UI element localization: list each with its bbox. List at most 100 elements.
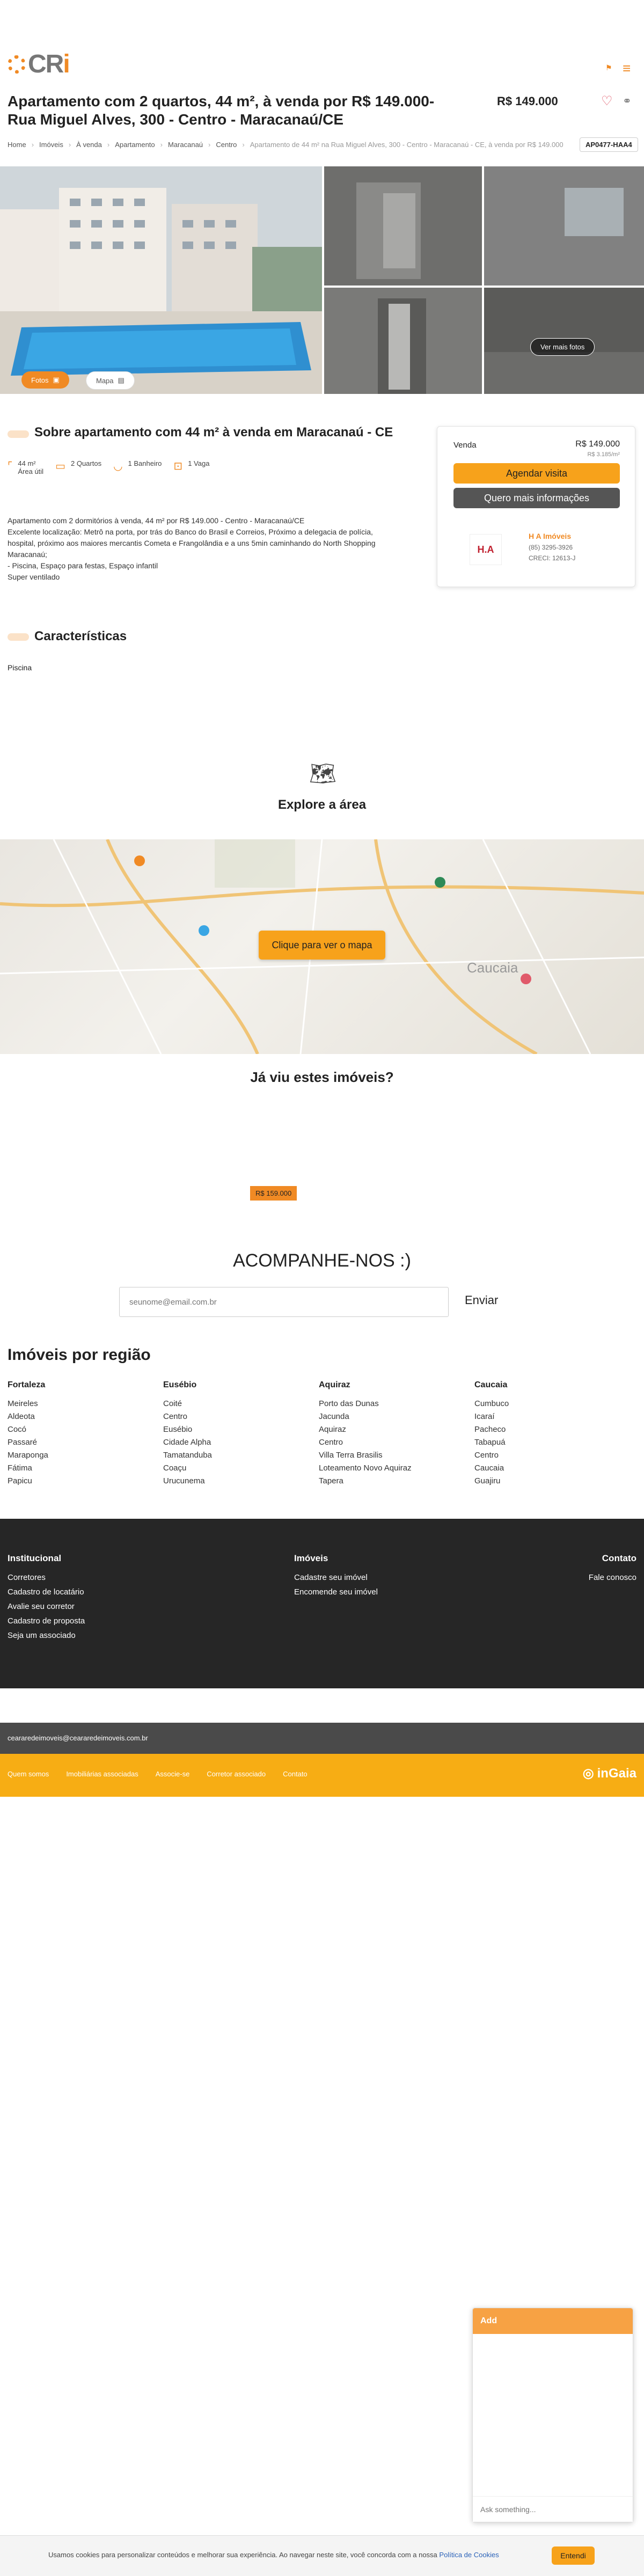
map-city-label: Caucaia <box>467 960 518 976</box>
description-line: Super ventilado <box>8 573 60 581</box>
site-logo[interactable]: CRi <box>8 49 70 79</box>
chat-input[interactable] <box>473 2496 633 2522</box>
cookie-accept-button[interactable]: Entendi <box>552 2546 595 2565</box>
region-link[interactable]: Centro <box>474 1449 630 1462</box>
breadcrumb-item[interactable]: Apartamento de 44 m² na Rua Miguel Alves… <box>250 141 564 149</box>
footer-link[interactable]: Avalie seu corretor <box>8 1599 85 1614</box>
footer-link[interactable]: Cadastre seu imóvel <box>294 1570 378 1585</box>
region-link[interactable]: Centro <box>319 1436 474 1449</box>
ingaia-icon: ◎ <box>582 1766 594 1781</box>
price-per-m2: R$ 3.185/m² <box>587 451 620 458</box>
region-link[interactable]: Guajiru <box>474 1475 630 1488</box>
breadcrumb-item[interactable]: Home <box>8 141 26 149</box>
footer-bottom-link[interactable]: Quem somos <box>8 1770 49 1778</box>
cookie-text: Usamos cookies para personalizar conteúd… <box>48 2551 499 2559</box>
region-link[interactable]: Aquiraz <box>319 1423 474 1436</box>
send-button[interactable]: Enviar <box>465 1293 498 1307</box>
region-link[interactable]: Porto das Dunas <box>319 1397 474 1410</box>
breadcrumb-item[interactable]: Imóveis <box>39 141 63 149</box>
region-link[interactable]: Eusébio <box>163 1423 319 1436</box>
feature-label: Área útil <box>18 467 44 475</box>
region-link[interactable]: Cocó <box>8 1423 163 1436</box>
region-link[interactable]: Tabapuá <box>474 1436 630 1449</box>
more-photos-button[interactable]: Ver mais fotos <box>530 338 595 356</box>
footer-link[interactable]: Cadastro de proposta <box>8 1614 85 1628</box>
cookie-policy-link[interactable]: Política de Cookies <box>439 2551 499 2559</box>
region-link[interactable]: Aldeota <box>8 1410 163 1423</box>
ingaia-logo[interactable]: ◎ inGaia <box>583 1766 636 1781</box>
region-link[interactable]: Urucunema <box>163 1475 319 1488</box>
map-button[interactable]: Mapa ▤ <box>86 371 135 390</box>
agent-phone[interactable]: (85) 3295-3926 <box>529 544 573 551</box>
footer-bottom-link[interactable]: Associe-se <box>156 1770 190 1778</box>
feature-value: 1 Banheiro <box>128 459 162 467</box>
footer-email[interactable]: ceararedeimoveis@ceararedeimoveis.com.br <box>0 1723 644 1754</box>
user-icon[interactable]: ⚑ <box>605 63 612 72</box>
region-link[interactable]: Jacunda <box>319 1410 474 1423</box>
footer-bottom-link[interactable]: Contato <box>283 1770 308 1778</box>
region-link[interactable]: Maraponga <box>8 1449 163 1462</box>
region-link[interactable]: Villa Terra Brasilis <box>319 1449 474 1462</box>
newsletter-email-input[interactable] <box>119 1287 449 1317</box>
feature-item: ▭ 2 Quartos <box>55 459 101 475</box>
feature-list: ⌜ 44 m² Área útil ▭ 2 Quartos ◡ 1 Banheiro ⊡ 1 V… <box>8 459 209 475</box>
chat-widget: Add <box>472 2308 633 2522</box>
region-link[interactable]: Cidade Alpha <box>163 1436 319 1449</box>
footer-bottom-link[interactable]: Corretor associado <box>207 1770 266 1778</box>
view-map-button[interactable]: Clique para ver o mapa <box>259 931 385 960</box>
hallway-image <box>324 288 482 394</box>
pool-building-image <box>0 166 322 394</box>
share-icon[interactable]: ⚭ <box>623 94 632 108</box>
footer-link[interactable]: Seja um associado <box>8 1628 85 1643</box>
photo-4[interactable] <box>324 288 482 394</box>
region-link[interactable]: Icaraí <box>474 1410 630 1423</box>
schedule-visit-button[interactable]: Agendar visita <box>453 463 620 484</box>
region-link[interactable]: Cumbuco <box>474 1397 630 1410</box>
photo-3[interactable] <box>484 166 644 286</box>
region-link[interactable]: Meireles <box>8 1397 163 1410</box>
region-link[interactable]: Tamatanduba <box>163 1449 319 1462</box>
footer-link[interactable]: Cadastro de locatário <box>8 1585 85 1599</box>
breadcrumb-item[interactable]: Apartamento <box>115 141 155 149</box>
more-info-button[interactable]: Quero mais informações <box>453 488 620 508</box>
footer-bottom-link[interactable]: Imobiliárias associadas <box>66 1770 138 1778</box>
region-title[interactable]: Caucaia <box>474 1380 630 1390</box>
feature-value: 2 Quartos <box>70 459 102 467</box>
menu-icon[interactable]: ≡ <box>623 60 631 77</box>
region-link[interactable]: Passaré <box>8 1436 163 1449</box>
region-link[interactable]: Pacheco <box>474 1423 630 1436</box>
region-link[interactable]: Caucaia <box>474 1462 630 1475</box>
room-image <box>484 166 644 286</box>
footer-link[interactable]: Corretores <box>8 1570 85 1585</box>
region-link[interactable]: Tapera <box>319 1475 474 1488</box>
logo-mark-icon <box>8 55 26 74</box>
contact-card: Venda R$ 149.000 R$ 3.185/m² Agendar vis… <box>437 426 635 587</box>
breadcrumb-item[interactable]: À venda <box>76 141 102 149</box>
price-badge[interactable]: R$ 159.000 <box>250 1186 297 1201</box>
photo-2[interactable] <box>324 166 482 286</box>
breadcrumb: Home › Imóveis › À venda › Apartamento › Maracan… <box>8 141 576 149</box>
photos-button[interactable]: Fotos ▣ <box>21 371 69 389</box>
region-link[interactable]: Coaçu <box>163 1462 319 1475</box>
area-icon: ⌜ <box>8 460 13 472</box>
description-line: Apartamento com 2 dormitórios à venda, 4… <box>8 516 305 525</box>
heading-accent <box>8 633 29 641</box>
footer-link[interactable]: Encomende seu imóvel <box>294 1585 378 1599</box>
region-title[interactable]: Fortaleza <box>8 1380 163 1390</box>
agent-name[interactable]: H A Imóveis <box>529 532 571 540</box>
breadcrumb-item[interactable]: Maracanaú <box>168 141 203 149</box>
footer-link[interactable]: Fale conosco <box>589 1570 636 1585</box>
region-column: Fortaleza Meireles Aldeota Cocó Passaré Marap… <box>8 1380 163 1488</box>
main-photo[interactable] <box>0 166 322 394</box>
region-title[interactable]: Aquiraz <box>319 1380 474 1390</box>
heart-icon[interactable]: ♡ <box>601 93 613 109</box>
region-link[interactable]: Fátima <box>8 1462 163 1475</box>
breadcrumb-item[interactable]: Centro <box>216 141 237 149</box>
region-link[interactable]: Papicu <box>8 1475 163 1488</box>
region-link[interactable]: Centro <box>163 1410 319 1423</box>
logo-text: CRi <box>28 50 70 78</box>
region-link[interactable]: Coité <box>163 1397 319 1410</box>
region-title[interactable]: Eusébio <box>163 1380 319 1390</box>
region-link[interactable]: Loteamento Novo Aquiraz <box>319 1462 474 1475</box>
sale-label: Venda <box>453 441 477 450</box>
